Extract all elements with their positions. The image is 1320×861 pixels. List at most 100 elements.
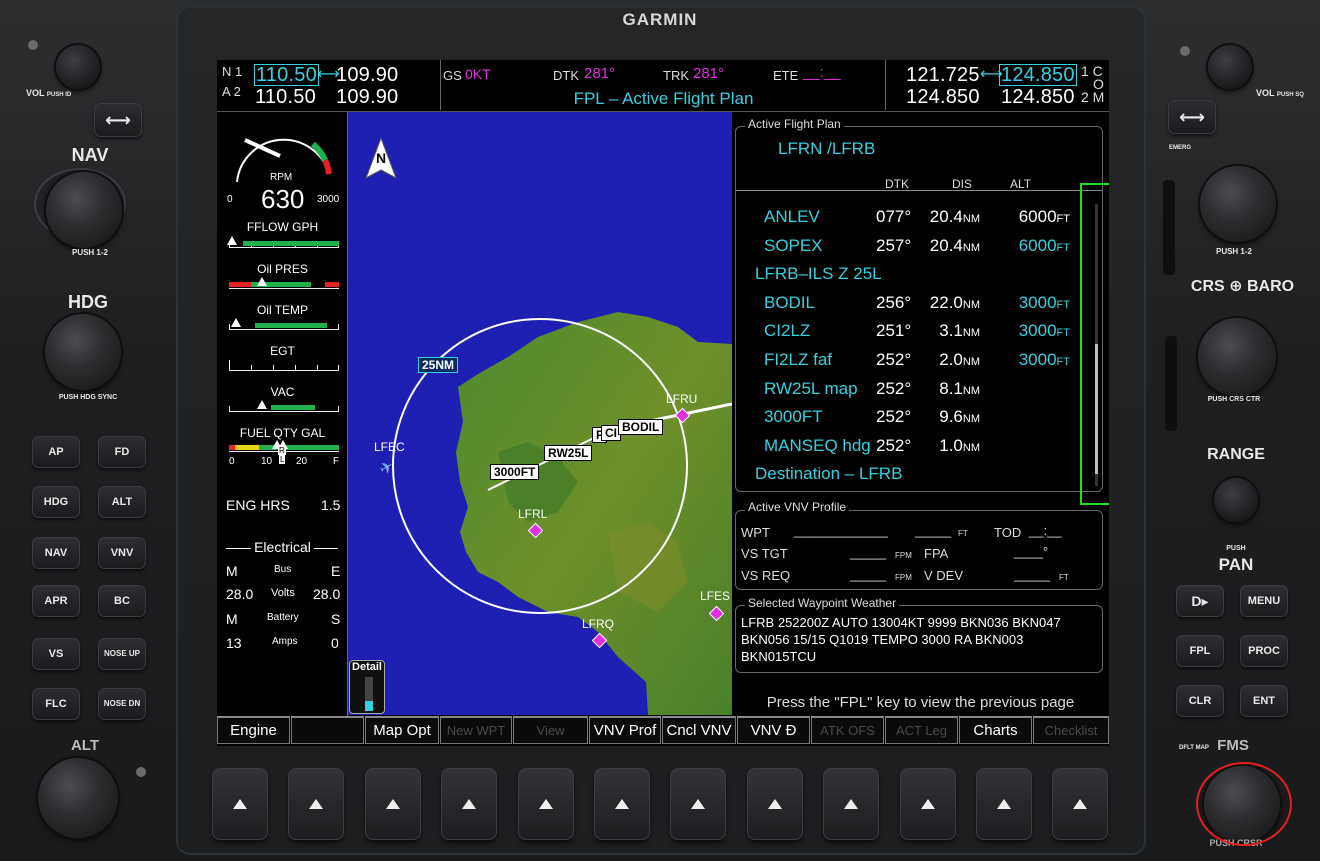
fpl-footer-hint: Press the "FPL" key to view the previous… [766, 694, 1075, 711]
softkey-label-4[interactable]: New WPT [440, 716, 512, 744]
nav-knob[interactable] [46, 172, 122, 248]
com-vol-knob[interactable] [1208, 45, 1252, 89]
indicator-dot [28, 40, 38, 50]
oil-temp-label: Oil TEMP [256, 303, 309, 317]
bc-button[interactable]: BC [98, 585, 146, 617]
apr-button[interactable]: APR [32, 585, 80, 617]
fuel-qty-label: FUEL QTY GAL [239, 426, 326, 440]
menu-button[interactable]: MENU [1240, 585, 1288, 617]
softkey-label-8[interactable]: VNV Đ [737, 716, 810, 744]
alt-button[interactable]: ALT [98, 486, 146, 518]
fpl-leg-row[interactable]: RW25L map 252° 8.1NM [732, 379, 1092, 407]
leg-alt: 6000FT [1018, 235, 1070, 255]
vnv-vstgt-value: _____ [850, 545, 887, 560]
dtk-value: 281° [584, 65, 616, 82]
softkey-label-3[interactable]: Map Opt [365, 716, 439, 744]
volts-e: 28.0 [313, 586, 341, 602]
nav-button[interactable]: NAV [32, 537, 80, 569]
com2-standby-freq[interactable]: 124.850 [1001, 86, 1075, 109]
softkey-label-10[interactable]: ACT Leg [885, 716, 958, 744]
fpl-leg-row[interactable]: CI2LZ 251° 3.1NM 3000FT [732, 321, 1092, 349]
nose-up-button[interactable]: NOSE UP [98, 638, 146, 670]
softkey-button-10[interactable] [899, 768, 956, 840]
fpl-leg-row[interactable]: FI2LZ faf 252° 2.0NM 3000FT [732, 350, 1092, 378]
proc-button[interactable]: PROC [1240, 635, 1288, 667]
softkey-button-4[interactable] [441, 768, 498, 840]
hdg-label: HDG [68, 292, 108, 312]
vnv-vsreq-unit: FPM [895, 573, 912, 582]
active-flight-plan-title: Active Flight Plan [745, 117, 844, 131]
fpl-leg-row[interactable]: MANSEQ hdg 252° 1.0NM [732, 436, 1092, 464]
fms-label: FMS [1217, 737, 1249, 754]
softkey-button-9[interactable] [823, 768, 880, 840]
softkey-button-11[interactable] [976, 768, 1032, 840]
softkey-button-6[interactable] [594, 768, 650, 840]
fpl-button[interactable]: FPL [1176, 635, 1224, 667]
com-knob[interactable] [1200, 166, 1276, 242]
vac-bar [229, 400, 339, 412]
vnv-button[interactable]: VNV [98, 537, 146, 569]
softkey-button-7[interactable] [670, 768, 727, 840]
ent-button[interactable]: ENT [1240, 685, 1288, 717]
softkey-label-5[interactable]: View [513, 716, 588, 744]
electrical-label: Electrical [217, 539, 348, 555]
com1-standby-freq[interactable]: 124.850 [999, 64, 1077, 86]
softkey-label-9[interactable]: ATK OFS [811, 716, 884, 744]
com2-active-freq[interactable]: 124.850 [906, 86, 980, 109]
up-triangle-icon [233, 799, 247, 809]
clr-button[interactable]: CLR [1176, 685, 1224, 717]
nav-swap-button[interactable]: ⟷ [94, 103, 142, 137]
flc-button[interactable]: FLC [32, 688, 80, 720]
fpl-route[interactable]: LFRN /LFRB [778, 139, 875, 159]
softkey-label-11[interactable]: Charts [959, 716, 1032, 744]
fpl-leg-row[interactable]: 3000FT 252° 9.6NM [732, 407, 1092, 435]
airport-label-lfes: LFES [700, 589, 731, 603]
fpl-leg-row[interactable]: BODIL 256° 22.0NM 3000FT [732, 293, 1092, 321]
fpl-destination[interactable]: Destination – LFRB [755, 464, 902, 484]
vs-button[interactable]: VS [32, 638, 80, 670]
fd-button[interactable]: FD [98, 436, 146, 468]
fpl-leg-row[interactable]: ANLEV 077° 20.4NM 6000FT [732, 207, 1092, 235]
softkey-label-2[interactable] [291, 716, 364, 744]
softkey-button-5[interactable] [517, 768, 574, 840]
direct-to-button[interactable]: D▸ [1176, 585, 1224, 617]
vnv-vdev-label: V DEV [924, 568, 964, 583]
softkey-button-2[interactable] [288, 768, 345, 840]
ete-label: ETE [773, 68, 799, 83]
fpl-leg-row[interactable]: SOPEX 257° 20.4NM 6000FT [732, 236, 1092, 264]
ap-button[interactable]: AP [32, 436, 80, 468]
nose-dn-button[interactable]: NOSE DN [98, 688, 146, 720]
softkey-button-3[interactable] [364, 768, 421, 840]
fpl-procedure-header[interactable]: LFRB–ILS Z 25L [732, 264, 1092, 292]
eng-hrs-label: ENG HRS [226, 497, 290, 513]
com1-active-freq[interactable]: 121.725 [906, 64, 980, 87]
softkey-button-1[interactable] [212, 768, 268, 840]
com-swap-button[interactable]: ⟷ [1168, 100, 1216, 134]
crs-baro-knob[interactable] [1198, 318, 1276, 396]
hdg-button[interactable]: HDG [32, 486, 80, 518]
moving-map[interactable]: N 25NM LFEC ✈ LFRU LFRL LFES LFRQ F CI B… [348, 112, 732, 715]
alt-knob[interactable] [38, 758, 118, 838]
gs-value: 0KT [465, 66, 491, 82]
nav-vol-knob[interactable] [56, 45, 100, 89]
amps-label: Amps [272, 636, 298, 647]
page-title: FPL – Active Flight Plan [573, 89, 754, 108]
detail-button[interactable]: Detail [349, 660, 385, 714]
col-dis: DIS [952, 177, 973, 191]
nav-label-2: A 2 [222, 84, 241, 99]
nav1-active-freq[interactable]: 110.50 [254, 64, 319, 86]
nav1-standby-freq[interactable]: 109.90 [336, 64, 398, 87]
dtk-label: DTK [553, 68, 579, 83]
softkey-button-8[interactable] [746, 768, 803, 840]
hdg-knob[interactable] [45, 314, 121, 390]
softkey-label-1[interactable]: Engine [217, 716, 290, 744]
softkey-bar: Engine Map Opt New WPT View VNV Prof Cncl VNV… [217, 716, 1109, 746]
nav2-active-freq[interactable]: 110.50 [255, 86, 316, 109]
nav2-standby-freq[interactable]: 109.90 [336, 86, 398, 109]
softkey-label-6[interactable]: VNV Prof [589, 716, 661, 744]
range-pan-joystick[interactable] [1214, 478, 1258, 522]
softkey-label-7[interactable]: Cncl VNV [662, 716, 736, 744]
softkey-button-12[interactable] [1052, 768, 1109, 840]
softkey-label-12[interactable]: Checklist [1033, 716, 1109, 744]
vnv-vsreq-label: VS REQ [741, 568, 791, 583]
